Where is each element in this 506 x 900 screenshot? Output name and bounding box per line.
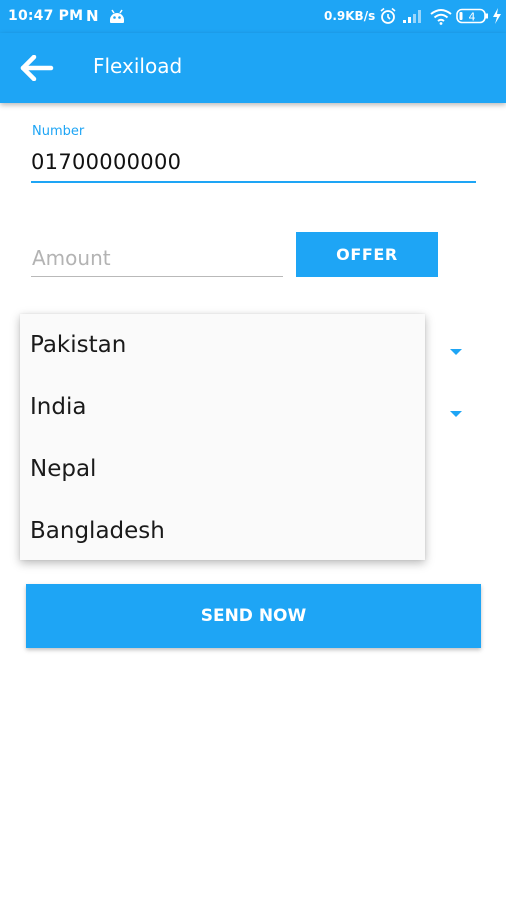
number-input-underline — [31, 181, 476, 183]
amount-input-underline — [31, 276, 283, 277]
chevron-down-icon[interactable] — [449, 403, 463, 417]
country-dropdown-menu: Pakistan India Nepal Bangladesh — [20, 314, 425, 560]
alarm-icon — [379, 7, 397, 29]
dropdown-option-bangladesh[interactable]: Bangladesh — [30, 518, 165, 544]
dropdown-option-india[interactable]: India — [30, 394, 86, 420]
battery-icon: 4 — [456, 8, 490, 29]
number-input[interactable]: 01700000000 — [31, 150, 181, 174]
network-speed: 0.9KB/s — [324, 9, 376, 23]
chevron-down-icon[interactable] — [449, 341, 463, 355]
status-time: 10:47 PM — [8, 8, 84, 24]
battery-level: 4 — [469, 11, 476, 24]
notification-n-icon: N — [86, 7, 99, 25]
arrow-left-icon[interactable] — [20, 54, 54, 82]
offer-button[interactable]: OFFER — [296, 232, 438, 277]
status-bar: 10:47 PM N 0.9KB/s 4 — [0, 0, 506, 33]
page-title: Flexiload — [93, 54, 183, 78]
dropdown-option-pakistan[interactable]: Pakistan — [30, 332, 126, 358]
signal-icon — [402, 8, 424, 28]
charging-icon — [492, 8, 502, 28]
number-field-label: Number — [32, 124, 85, 139]
app-bar: Flexiload — [0, 33, 506, 103]
wifi-icon — [430, 8, 452, 29]
send-now-button[interactable]: SEND NOW — [26, 584, 481, 648]
android-notification-icon — [108, 8, 126, 28]
amount-input[interactable]: Amount — [32, 246, 111, 270]
dropdown-option-nepal[interactable]: Nepal — [30, 456, 96, 482]
